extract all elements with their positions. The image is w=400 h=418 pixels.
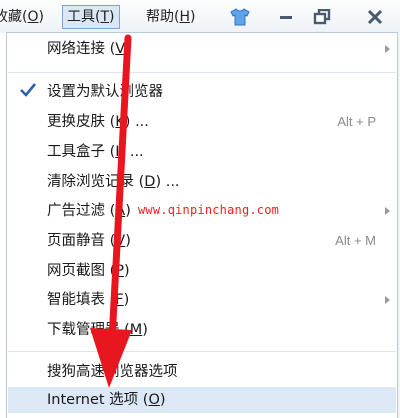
checkmark-icon — [19, 80, 37, 107]
menu-tools-key: T — [100, 9, 110, 25]
menu-tools-label: 工具( — [67, 9, 101, 25]
menu-favorites-label: 收藏( — [0, 9, 28, 25]
menu-item-mute-page[interactable]: 页面静音 (V) Alt + M — [8, 228, 396, 254]
restore-icon[interactable] — [309, 6, 335, 28]
menu-item-ad-filter-label: 广告过滤 (A) — [47, 203, 131, 219]
menu-separator — [8, 351, 396, 352]
menu-item-default-browser[interactable]: 设置为默认浏览器 — [8, 79, 396, 105]
menu-bar: 收藏(O) 工具(T) 帮助(H) — [0, 0, 400, 33]
menu-item-internet-options[interactable]: Internet 选项 (O) — [8, 387, 396, 413]
menu-help[interactable]: 帮助(H) — [146, 7, 195, 29]
menu-item-internet-options-label: Internet 选项 (O) — [47, 392, 166, 408]
menu-help-label: 帮助( — [146, 9, 180, 25]
menu-item-mute-page-shortcut: Alt + M — [335, 233, 376, 248]
close-icon[interactable] — [362, 6, 388, 28]
skin-shirt-icon[interactable] — [227, 6, 253, 28]
tools-dropdown-menu: 网络连接 (V) 设置为默认浏览器 更换皮肤 (K) ... Alt + P 工… — [6, 32, 398, 418]
menu-item-screenshot-label: 网页截图 (P) — [47, 263, 130, 279]
menu-item-autofill-label: 智能填表 (F) — [47, 292, 130, 308]
watermark-text: www.qinpinchang.com — [138, 203, 280, 217]
menu-item-browser-options[interactable]: 搜狗高速浏览器选项 — [8, 359, 396, 385]
menu-separator — [8, 72, 396, 73]
menu-item-change-skin-label: 更换皮肤 (K) ... — [47, 114, 149, 130]
minimize-icon[interactable] — [273, 6, 299, 28]
menu-item-default-browser-label: 设置为默认浏览器 — [47, 84, 163, 100]
menu-item-network[interactable]: 网络连接 (V) — [8, 36, 396, 62]
menu-favorites-close: ) — [38, 9, 44, 25]
menu-item-browser-options-label: 搜狗高速浏览器选项 — [47, 364, 178, 380]
menu-item-change-skin-shortcut: Alt + P — [337, 114, 376, 129]
submenu-arrow-icon — [385, 296, 390, 304]
menu-item-toolbox[interactable]: 工具盒子 (I) ... — [8, 139, 396, 165]
menu-item-download-manager[interactable]: 下载管理器 (M) — [8, 317, 396, 343]
menu-item-screenshot[interactable]: 网页截图 (P) — [8, 258, 396, 284]
menu-help-key: H — [179, 9, 190, 25]
submenu-arrow-icon — [385, 45, 390, 53]
menu-item-autofill[interactable]: 智能填表 (F) — [8, 287, 396, 313]
menu-item-change-skin[interactable]: 更换皮肤 (K) ... Alt + P — [8, 109, 396, 135]
menu-tools-close: ) — [109, 9, 115, 25]
menu-item-mute-page-label: 页面静音 (V) — [47, 233, 131, 249]
menu-favorites-key: O — [27, 9, 39, 25]
submenu-arrow-icon — [385, 207, 390, 215]
menu-help-close: ) — [190, 9, 196, 25]
menu-item-clear-history[interactable]: 清除浏览记录 (D) ... — [8, 169, 396, 195]
menu-item-clear-history-label: 清除浏览记录 (D) ... — [47, 174, 180, 190]
menu-tools[interactable]: 工具(T) — [62, 5, 120, 29]
menu-item-network-label: 网络连接 (V) — [47, 41, 131, 57]
menu-favorites[interactable]: 收藏(O) — [0, 7, 44, 29]
menu-item-toolbox-label: 工具盒子 (I) ... — [47, 144, 144, 160]
menu-item-download-manager-label: 下载管理器 (M) — [47, 322, 148, 338]
